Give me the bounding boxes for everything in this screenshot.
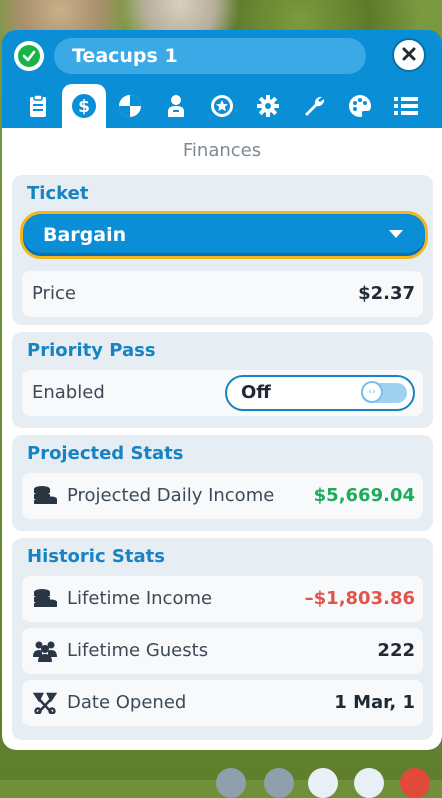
pie-chart-icon [119, 95, 141, 117]
coins-icon [34, 486, 57, 504]
historic-stats-title: Historic Stats [27, 546, 165, 567]
lifetime-income-label: Lifetime Income [67, 588, 213, 609]
close-icon [402, 46, 416, 65]
list-icon [394, 97, 418, 115]
ribbon-cutting-icon [32, 692, 58, 714]
enabled-label: Enabled [32, 382, 105, 403]
toolbar-button[interactable] [308, 768, 338, 798]
wrench-icon [305, 96, 325, 116]
toolbar-button[interactable] [400, 768, 430, 798]
toolbar-button[interactable] [354, 768, 384, 798]
status-ok-icon [14, 41, 44, 71]
priority-pass-section: Priority Pass Enabled Off ‹› [12, 332, 433, 428]
tab-bar: $ [16, 84, 436, 128]
person-icon [168, 95, 184, 117]
guests-icon [33, 641, 57, 662]
toolbar-edge [216, 768, 442, 798]
lifetime-guests-label: Lifetime Guests [67, 640, 209, 661]
projected-income-label: Projected Daily Income [67, 485, 275, 506]
ticket-title: Ticket [27, 183, 89, 204]
tab-paint[interactable] [338, 84, 382, 128]
date-opened-row: Date Opened 1 Mar, 1 [22, 680, 423, 726]
toolbar-button[interactable] [216, 768, 246, 798]
ride-window: Teacups 1 $ Finances Ticket Bargain Pric… [2, 30, 442, 750]
projected-income-row: Projected Daily Income $5,669.04 [22, 473, 423, 519]
tab-ratings[interactable] [108, 84, 152, 128]
lifetime-income-value: –$1,803.86 [304, 588, 415, 609]
ticket-section: Ticket Bargain Price $2.37 [12, 175, 433, 325]
projected-stats-title: Projected Stats [27, 443, 184, 464]
title-bar: Teacups 1 [2, 30, 442, 82]
clipboard-icon [30, 94, 46, 117]
svg-text:$: $ [78, 97, 90, 117]
tab-staff[interactable] [154, 84, 198, 128]
chevron-down-icon [389, 230, 403, 238]
price-value: $2.37 [358, 283, 415, 304]
star-badge-icon [211, 95, 233, 117]
toggle-knob-icon: ‹› [361, 381, 383, 403]
date-opened-value: 1 Mar, 1 [334, 692, 415, 713]
toolbar-button[interactable] [264, 768, 294, 798]
coins-icon [34, 589, 57, 607]
lifetime-guests-row: Lifetime Guests 222 [22, 628, 423, 674]
palette-icon [349, 95, 371, 117]
priority-pass-title: Priority Pass [27, 340, 156, 361]
close-button[interactable] [392, 38, 426, 72]
price-label: Price [32, 283, 76, 304]
page-title: Finances [182, 140, 262, 161]
finances-content: Finances Ticket Bargain Price $2.37 Prio… [2, 128, 442, 750]
projected-stats-section: Projected Stats Projected Daily Income $… [12, 435, 433, 531]
priority-pass-toggle[interactable]: Off ‹› [225, 375, 415, 411]
ticket-type-value: Bargain [43, 224, 127, 246]
dollar-icon: $ [72, 94, 96, 118]
price-row[interactable]: Price $2.37 [22, 271, 423, 317]
projected-income-value: $5,669.04 [313, 485, 415, 506]
tab-info[interactable] [16, 84, 60, 128]
tab-list[interactable] [384, 84, 428, 128]
tab-finances[interactable]: $ [62, 84, 106, 128]
toggle-track: ‹› [361, 381, 407, 403]
toggle-state-label: Off [241, 382, 271, 403]
ride-name-field[interactable]: Teacups 1 [54, 38, 366, 74]
tab-maintenance[interactable] [292, 84, 336, 128]
historic-stats-section: Historic Stats Lifetime Income –$1,803.8… [12, 538, 433, 740]
tab-settings[interactable] [246, 84, 290, 128]
lifetime-guests-value: 222 [377, 640, 415, 661]
lifetime-income-row: Lifetime Income –$1,803.86 [22, 576, 423, 622]
ticket-type-dropdown[interactable]: Bargain [20, 211, 428, 259]
priority-pass-row: Enabled Off ‹› [22, 370, 423, 416]
tab-rating-star[interactable] [200, 84, 244, 128]
date-opened-label: Date Opened [67, 692, 187, 713]
gear-icon [257, 95, 279, 117]
